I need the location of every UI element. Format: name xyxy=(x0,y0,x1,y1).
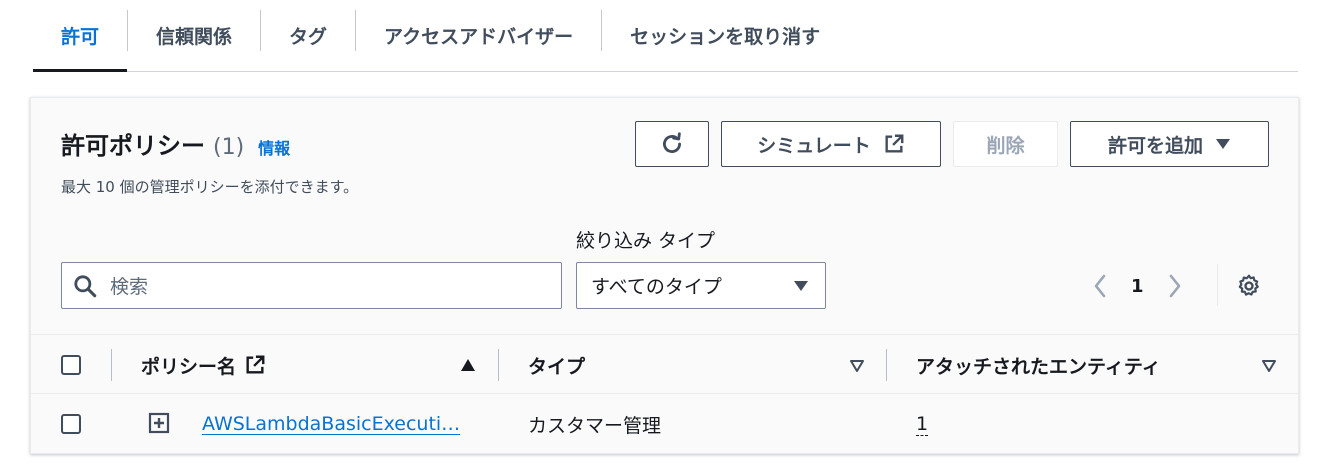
panel-description: 最大 10 個の管理ポリシーを添付できます。 xyxy=(61,178,359,196)
delete-label: 削除 xyxy=(986,134,1025,157)
table-header: ポリシー名 タイプ アタッチされたエンティティ xyxy=(31,334,1298,394)
gear-icon[interactable] xyxy=(1236,273,1262,299)
type-filter-value: すべてのタイプ xyxy=(591,276,722,298)
expand-icon[interactable] xyxy=(148,412,170,434)
pager-divider xyxy=(1217,264,1218,306)
permissions-policies-container: 許可ポリシー (1) 情報 最大 10 個の管理ポリシーを添付できます。 シミュ… xyxy=(30,97,1299,454)
filter-type-label: 絞り込み タイプ xyxy=(576,230,716,252)
policy-name-cell: AWSLambdaBasicExecuti… xyxy=(202,395,460,453)
search-placeholder: 検索 xyxy=(110,276,149,298)
type-filter-select[interactable]: すべてのタイプ xyxy=(576,262,826,309)
panel-header: 許可ポリシー (1) 情報 xyxy=(61,126,290,161)
info-link[interactable]: 情報 xyxy=(258,135,290,159)
delete-button[interactable]: 削除 xyxy=(953,121,1058,167)
column-divider xyxy=(111,349,112,381)
select-all-checkbox[interactable] xyxy=(61,355,81,375)
sort-ascending-icon[interactable] xyxy=(460,358,476,372)
add-permissions-button[interactable]: 許可を追加 xyxy=(1070,121,1269,167)
tab-bar: 許可 信頼関係 タグ アクセスアドバイザー セッションを取り消す xyxy=(33,0,1298,72)
column-header-attached-entities[interactable]: アタッチされたエンティティ xyxy=(916,335,1161,395)
sort-icon[interactable] xyxy=(1261,359,1277,373)
column-header-policy-name[interactable]: ポリシー名 xyxy=(141,335,266,395)
search-input[interactable]: 検索 xyxy=(61,262,562,309)
column-label: ポリシー名 xyxy=(141,355,237,378)
column-header-type[interactable]: タイプ xyxy=(528,335,585,395)
chevron-right-icon[interactable] xyxy=(1166,273,1184,299)
simulate-button[interactable]: シミュレート xyxy=(721,121,941,167)
column-divider xyxy=(498,349,499,381)
tab-permissions[interactable]: 許可 xyxy=(33,0,128,72)
refresh-icon xyxy=(663,132,681,153)
simulate-label: シミュレート xyxy=(757,134,871,157)
panel-title: 許可ポリシー xyxy=(61,132,205,160)
tab-tags[interactable]: タグ xyxy=(261,0,355,71)
external-link-icon xyxy=(246,355,265,374)
sort-icon[interactable] xyxy=(849,359,865,373)
tab-trust-relationships[interactable]: 信頼関係 xyxy=(128,0,260,71)
pagination: 1 xyxy=(1091,266,1184,306)
tab-revoke-sessions[interactable]: セッションを取り消す xyxy=(602,0,848,71)
row-checkbox[interactable] xyxy=(61,414,81,434)
add-permissions-label: 許可を追加 xyxy=(1107,134,1203,157)
attached-entities-count[interactable]: 1 xyxy=(916,413,929,436)
current-page[interactable]: 1 xyxy=(1131,276,1144,297)
column-label: アタッチされたエンティティ xyxy=(916,355,1161,378)
external-link-icon xyxy=(885,134,904,153)
tab-access-advisor[interactable]: アクセスアドバイザー xyxy=(356,0,601,71)
table-row: AWSLambdaBasicExecuti… カスタマー管理 1 xyxy=(31,395,1298,453)
caret-down-icon xyxy=(794,280,808,291)
policy-type-cell: カスタマー管理 xyxy=(528,414,662,437)
attached-entities-cell: 1 xyxy=(916,395,929,453)
policy-count: (1) xyxy=(213,135,245,160)
refresh-button[interactable] xyxy=(635,121,709,167)
policy-name-link[interactable]: AWSLambdaBasicExecuti… xyxy=(202,413,460,435)
column-divider xyxy=(886,349,887,381)
caret-down-icon xyxy=(1216,139,1230,149)
column-label: タイプ xyxy=(528,355,586,378)
chevron-left-icon[interactable] xyxy=(1091,273,1109,299)
search-icon xyxy=(74,274,97,297)
